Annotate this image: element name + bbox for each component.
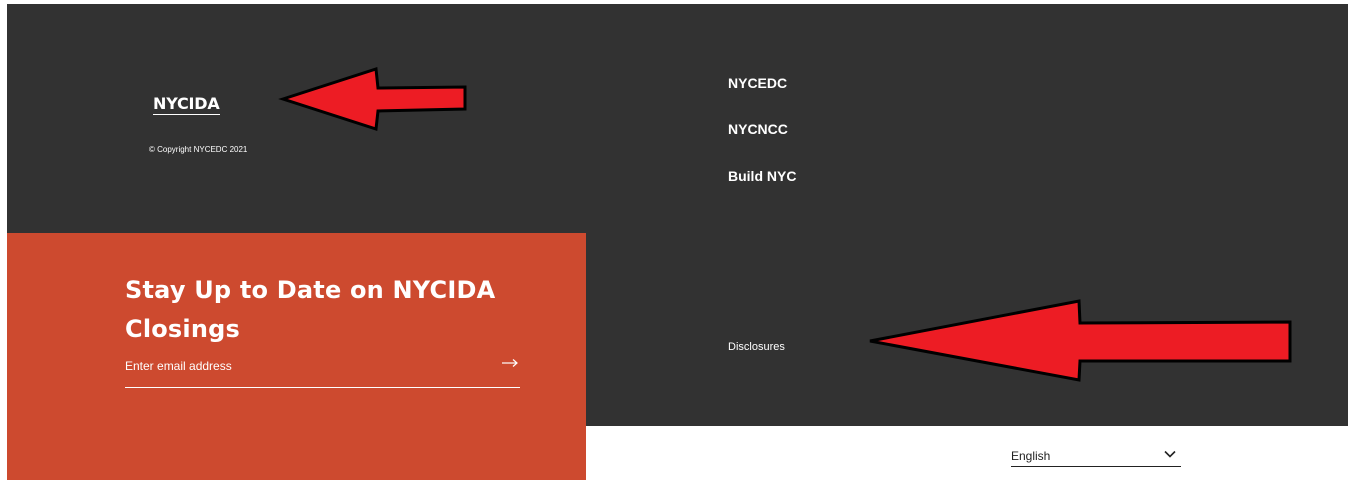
- footer-link-nycncc[interactable]: NYCNCC: [728, 121, 788, 137]
- arrow-right-icon: [502, 359, 518, 367]
- newsletter-heading: Stay Up to Date on NYCIDA Closings: [125, 276, 496, 343]
- language-select[interactable]: English: [1011, 445, 1181, 467]
- newsletter-signup: Stay Up to Date on NYCIDA Closings: [7, 233, 586, 480]
- submit-button[interactable]: [500, 355, 520, 371]
- copyright-text: © Copyright NYCEDC 2021: [149, 145, 248, 154]
- chevron-down-icon: [1164, 450, 1176, 458]
- footer-link-build-nyc[interactable]: Build NYC: [728, 168, 796, 184]
- nycida-logo[interactable]: NYCIDA: [153, 95, 220, 115]
- email-form: [125, 357, 520, 388]
- language-selected-value: English: [1011, 449, 1051, 463]
- footer-link-nycedc[interactable]: NYCEDC: [728, 75, 787, 91]
- disclosures-link[interactable]: Disclosures: [728, 341, 785, 354]
- email-input[interactable]: [125, 357, 485, 375]
- red-arrow-left-icon: [869, 299, 1292, 382]
- red-arrow-left-icon: [278, 67, 467, 131]
